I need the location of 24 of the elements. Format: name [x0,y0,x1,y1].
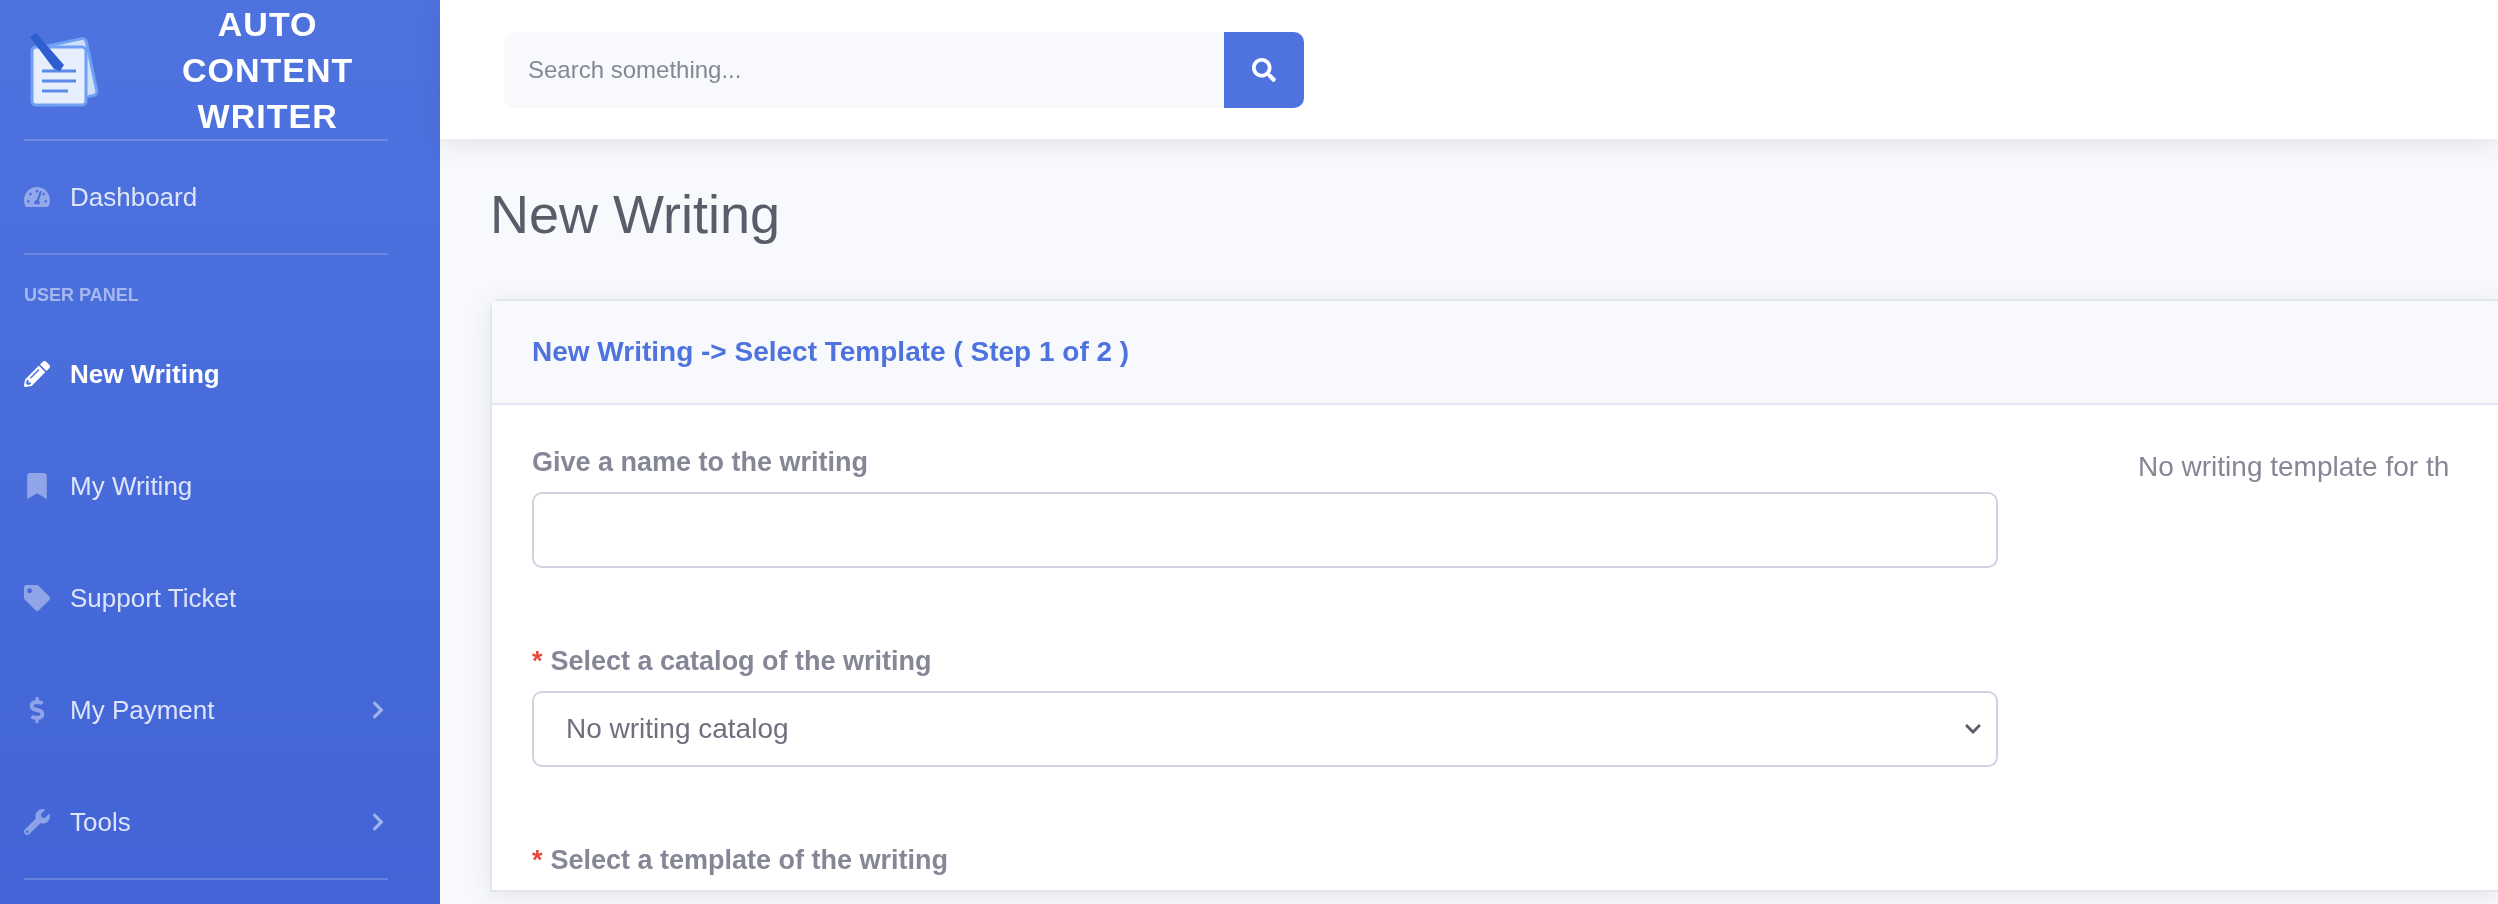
brand-name: AUTO CONTENT WRITER [182,3,354,137]
bookmark-icon [24,473,50,499]
search-icon [1252,57,1276,82]
field-label: Give a name to the writing [532,447,870,478]
sidebar-item[interactable]: New Writing [24,318,388,430]
field-label: * Select a template of the writing [532,845,950,876]
sidebar-item[interactable]: Support Ticket [24,542,388,654]
input-field[interactable] [532,492,1998,568]
page-title: New Writing [490,183,782,245]
search-field[interactable]: Search something... [504,31,1224,108]
sidebar-item[interactable]: My Writing [24,430,388,542]
empty-message: No writing template for th [2138,451,2450,484]
card-title: New Writing -> Select Template ( Step 1 of 2 ) [532,336,1130,368]
wrench-icon [24,809,50,835]
pencil-icon [24,361,50,387]
search-button[interactable] [1224,31,1304,108]
sidebar-heading: USER PANEL [24,284,140,307]
field-label: * Select a catalog of the writing [532,646,933,677]
select-field[interactable]: No writing catalog [532,691,1998,767]
sidebar-item[interactable]: Dashboard [24,141,388,253]
sidebar-item[interactable]: Tools [24,766,388,878]
sidebar-item[interactable]: My Payment [24,654,388,766]
tag-icon [24,585,50,611]
dashboard-icon [24,184,50,210]
